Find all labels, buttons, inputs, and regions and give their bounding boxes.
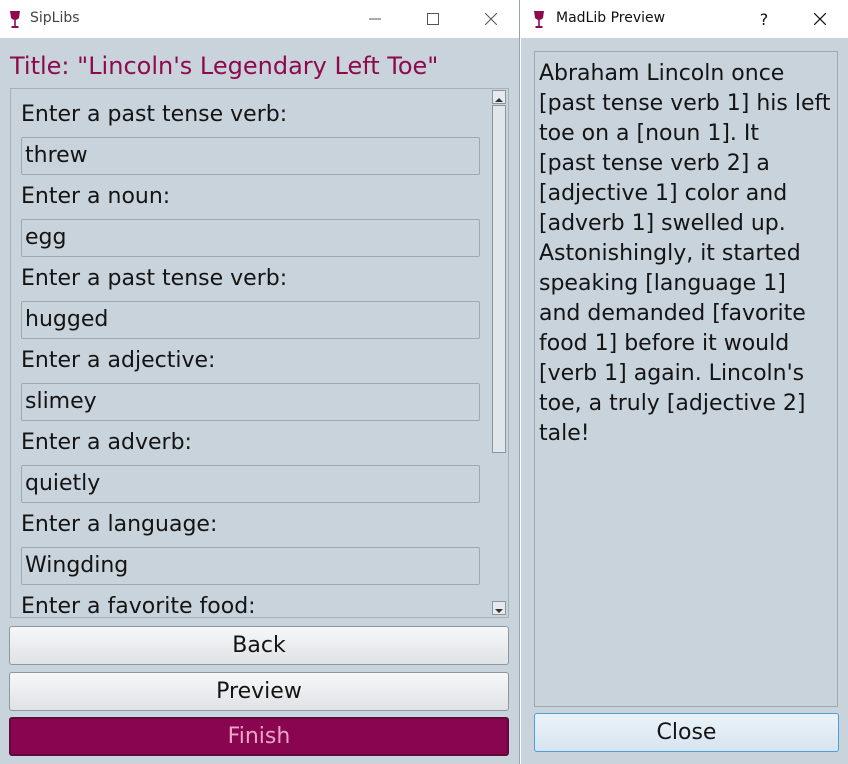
story-line: [adjective 1] color and: [539, 181, 788, 206]
noun-input[interactable]: egg: [21, 219, 480, 257]
field-prompt: Enter a adjective:: [21, 348, 216, 373]
title-bar[interactable]: MadLib Preview ?: [521, 0, 848, 38]
scroll-thumb[interactable]: [492, 105, 506, 453]
adverb-input[interactable]: quietly: [21, 465, 480, 503]
madlib-preview-dialog: MadLib Preview ? Abraham Lincoln once [p…: [521, 0, 848, 764]
finish-button[interactable]: Finish: [9, 717, 509, 756]
story-line: toe, a truly [adjective 2]: [539, 391, 806, 416]
language-input[interactable]: Wingding: [21, 547, 480, 585]
close-icon: [485, 13, 497, 25]
adjective-input[interactable]: slimey: [21, 383, 480, 421]
title-bar[interactable]: SipLibs: [0, 0, 519, 38]
fields-scroll-area[interactable]: Enter a past tense verb: threw Enter a n…: [10, 88, 509, 618]
scroll-up-button[interactable]: [492, 90, 506, 104]
field-prompt: Enter a language:: [21, 512, 218, 537]
story-line: [past tense verb 2] a: [539, 151, 770, 176]
field-prompt: Enter a noun:: [21, 184, 171, 209]
scroll-down-button[interactable]: [492, 601, 506, 615]
window-title: SipLibs: [30, 10, 80, 26]
story-line: tale!: [539, 421, 590, 446]
story-line: food 1] before it would: [539, 331, 790, 356]
maximize-icon: [427, 13, 439, 25]
wine-glass-icon: [10, 11, 20, 28]
arrow-down-icon: [495, 609, 503, 613]
field-prompt: Enter a past tense verb:: [21, 102, 288, 127]
story-line: Abraham Lincoln once: [539, 61, 785, 86]
minimize-button[interactable]: [352, 0, 398, 38]
help-icon: ?: [759, 9, 769, 29]
story-line: and demanded [favorite: [539, 301, 806, 326]
past-tense-verb-input-1[interactable]: threw: [21, 137, 480, 175]
story-line: speaking [language 1]: [539, 271, 786, 296]
maximize-button[interactable]: [410, 0, 456, 38]
story-line: [past tense verb 1] his left: [539, 91, 831, 116]
story-line: [adverb 1] swelled up.: [539, 211, 786, 236]
past-tense-verb-input-2[interactable]: hugged: [21, 301, 480, 339]
story-text: Abraham Lincoln once [past tense verb 1]…: [539, 59, 833, 449]
close-window-button[interactable]: [468, 0, 514, 38]
field-prompt: Enter a favorite food:: [21, 594, 256, 618]
vertical-scrollbar[interactable]: [490, 89, 508, 617]
field-prompt: Enter a past tense verb:: [21, 266, 288, 291]
madlib-title: Title: "Lincoln's Legendary Left Toe": [10, 52, 439, 80]
help-button[interactable]: ?: [741, 0, 787, 38]
dialog-title: MadLib Preview: [556, 10, 666, 26]
story-line: [verb 1] again. Lincoln's: [539, 361, 805, 386]
close-icon: [814, 13, 826, 25]
wine-glass-icon: [534, 11, 544, 28]
minimize-icon: [369, 18, 381, 20]
story-line: Astonishingly, it started: [539, 241, 801, 266]
back-button[interactable]: Back: [9, 626, 509, 665]
siplibs-window: SipLibs Title: "Lincoln's Legendary Left…: [0, 0, 520, 764]
story-preview: Abraham Lincoln once [past tense verb 1]…: [534, 51, 838, 707]
story-line: toe on a [noun 1]. It: [539, 121, 760, 146]
close-dialog-button[interactable]: [797, 0, 843, 38]
field-prompt: Enter a adverb:: [21, 430, 192, 455]
close-button[interactable]: Close: [534, 713, 839, 752]
preview-button[interactable]: Preview: [9, 672, 509, 711]
